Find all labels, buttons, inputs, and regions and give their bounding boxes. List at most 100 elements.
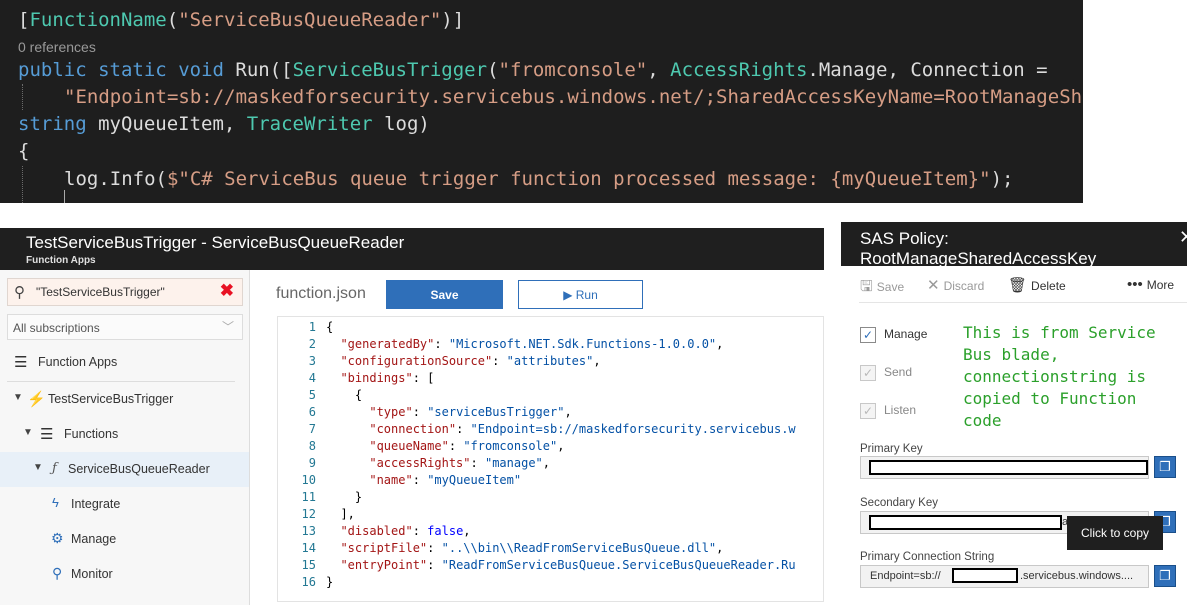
subscription-select[interactable]: All subscriptions ﹀ [7, 314, 243, 340]
sidebar-item-integrate[interactable]: ϟ Integrate [0, 487, 249, 522]
discard-icon: ✕ [927, 277, 940, 294]
toolbar-save-label: Save [876, 280, 905, 294]
save-button[interactable]: Save [386, 280, 503, 309]
line-number: 3 [308, 354, 316, 368]
json-line: "generatedBy": "Microsoft.NET.Sdk.Functi… [340, 337, 724, 351]
list-icon: ☰ [14, 354, 28, 371]
line-number: 9 [308, 456, 316, 470]
code-token: FunctionName [29, 9, 167, 31]
page-subtitle: Function Apps [26, 255, 96, 266]
json-token: "accessRights" [369, 456, 471, 470]
list-icon: ☰ [40, 426, 54, 443]
sidebar-item-monitor[interactable]: ⚲ Monitor [0, 557, 249, 592]
toolbar-more-button[interactable]: ••• More [1127, 276, 1174, 293]
json-token: "serviceBusTrigger" [427, 405, 565, 419]
code-token: [ [18, 9, 30, 31]
trash-icon: 🗑 [1008, 277, 1028, 294]
function-app-icon: ⚡ [27, 391, 46, 408]
json-line: "connection": "Endpoint=sb://maskedforse… [369, 422, 796, 436]
checkbox-listen[interactable]: ✓ [860, 403, 876, 419]
json-token: "name" [369, 473, 413, 487]
run-button[interactable]: ▶ Run [518, 280, 643, 309]
primary-key-label: Primary Key [860, 443, 923, 455]
primary-connection-string-label: Primary Connection String [860, 551, 995, 563]
expand-icon[interactable]: ▼ [23, 427, 33, 438]
line-number-gutter: 1 2 3 4 5 6 7 8 9 10 11 12 13 14 15 16 [278, 317, 320, 601]
code-line-signature: public static void Run([ServiceBusTrigge… [18, 57, 1048, 83]
claim-label: Listen [884, 403, 917, 417]
line-number: 12 [301, 507, 316, 521]
checkbox-send[interactable]: ✓ [860, 365, 876, 381]
json-token: "connection" [369, 422, 457, 436]
code-token: "fromconsole" [498, 59, 648, 81]
sidebar-item-testservicebustrigger[interactable]: ▼ ⚡ TestServiceBusTrigger [0, 382, 249, 417]
code-token: log) [372, 113, 430, 135]
json-line: "type": "serviceBusTrigger", [369, 405, 572, 419]
redaction-mask [952, 568, 1018, 583]
toolbar-delete-label: Delete [1031, 279, 1066, 293]
sidebar-item-function-apps[interactable]: ☰ Function Apps [0, 345, 249, 380]
code-line-params: string myQueueItem, TraceWriter log) [18, 111, 430, 137]
redaction-mask [869, 460, 1148, 475]
json-token: "entryPoint" [340, 558, 428, 572]
json-editor[interactable]: 1 2 3 4 5 6 7 8 9 10 11 12 13 14 15 16 { "generatedBy":… [277, 316, 824, 602]
code-line-brace: { [18, 140, 30, 162]
clear-icon[interactable]: ✖ [220, 281, 234, 301]
run-label: Run [575, 287, 598, 302]
file-name: function.json [276, 285, 366, 302]
indent-guide [22, 166, 23, 203]
json-line: "entryPoint": "ReadFromServiceBusQueue.S… [340, 558, 796, 572]
sidebar-item-label: Functions [64, 427, 119, 441]
code-token: "ServiceBusQueueReader" [178, 9, 442, 31]
code-token: AccessRights [670, 59, 808, 81]
primary-key-field[interactable] [860, 456, 1149, 479]
code-editor: [FunctionName("ServiceBusQueueReader")] … [0, 0, 1083, 203]
json-token: "manage" [484, 456, 543, 470]
json-line: ], [326, 507, 355, 521]
copy-icon[interactable]: ❐ [1154, 565, 1176, 587]
toolbar-save-button[interactable]: 🖫 Save [860, 276, 904, 301]
json-token: "bindings" [340, 371, 413, 385]
json-token: "disabled" [340, 524, 413, 538]
connection-prefix: Endpoint=sb:// [870, 570, 941, 582]
search-input[interactable] [36, 279, 216, 305]
line-number: 7 [308, 422, 316, 436]
sidebar-item-functions[interactable]: ▼ ☰ Functions [0, 417, 249, 452]
code-token: myQueueItem, [86, 113, 247, 135]
code-token: static [98, 59, 167, 81]
code-token: "Endpoint=sb://maskedforsecurity.service… [64, 86, 1083, 108]
primary-connection-string-field[interactable]: Endpoint=sb:// .servicebus.windows.... [860, 565, 1149, 588]
text-cursor [64, 190, 65, 203]
play-icon: ▶ [563, 287, 576, 302]
sas-policy-header: SAS Policy: RootManageSharedAccessKey ✕ [841, 222, 1187, 268]
line-number: 5 [308, 388, 316, 402]
close-icon[interactable]: ✕ [1179, 227, 1187, 248]
search-icon: ⚲ [14, 284, 25, 301]
blade-title: SAS Policy: RootManageSharedAccessKey [860, 229, 1097, 268]
expand-icon[interactable]: ▼ [13, 392, 23, 403]
code-token: )] [441, 9, 465, 31]
line-number: 10 [301, 473, 316, 487]
json-token: "generatedBy" [340, 337, 435, 351]
copy-icon[interactable]: ❐ [1154, 456, 1176, 478]
json-line: { [326, 320, 334, 334]
checkbox-manage[interactable]: ✓ [860, 327, 876, 343]
editor-area: function.json Save ▶ Run 1 2 3 4 5 6 7 8 9 10 11 12… [251, 270, 824, 605]
code-line-connection: "Endpoint=sb://maskedforsecurity.service… [64, 84, 1082, 110]
code-token: TraceWriter [246, 113, 373, 135]
sidebar-item-label: TestServiceBusTrigger [48, 392, 174, 406]
json-token: "configurationSource" [340, 354, 493, 368]
json-line: "queueName": "fromconsole", [369, 439, 565, 453]
sidebar-item-manage[interactable]: ⚙ Manage [0, 522, 249, 557]
toolbar-delete-button[interactable]: 🗑 Delete [1008, 276, 1066, 294]
sidebar-item-label: Manage [71, 532, 117, 546]
page-title: TestServiceBusTrigger - ServiceBusQueueR… [26, 233, 405, 252]
code-token: log.Info( [64, 168, 167, 190]
expand-icon[interactable]: ▼ [33, 462, 43, 473]
line-number: 13 [301, 524, 316, 538]
annotation-note: This is from Service Bus blade, connecti… [963, 323, 1166, 430]
lightning-icon: ϟ [52, 495, 59, 510]
toolbar-discard-button[interactable]: ✕ Discard [927, 276, 984, 294]
sidebar-item-servicebusqueuereader[interactable]: ▼ ƒ ServiceBusQueueReader [0, 452, 249, 487]
connection-suffix: .servicebus.windows.... [1020, 570, 1134, 582]
